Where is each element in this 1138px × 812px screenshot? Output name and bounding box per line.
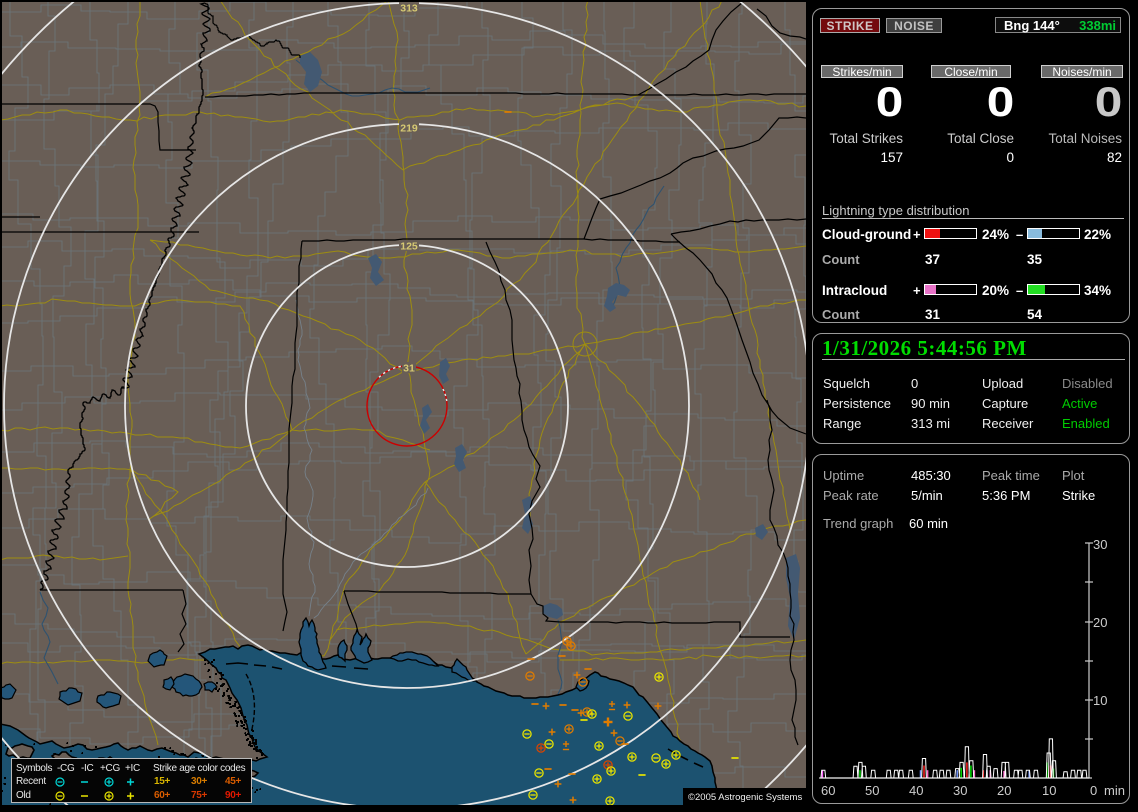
svg-text:125: 125 bbox=[400, 241, 418, 253]
svg-text:219: 219 bbox=[400, 123, 418, 135]
svg-text:313: 313 bbox=[400, 3, 418, 15]
svg-text:31: 31 bbox=[403, 363, 415, 375]
